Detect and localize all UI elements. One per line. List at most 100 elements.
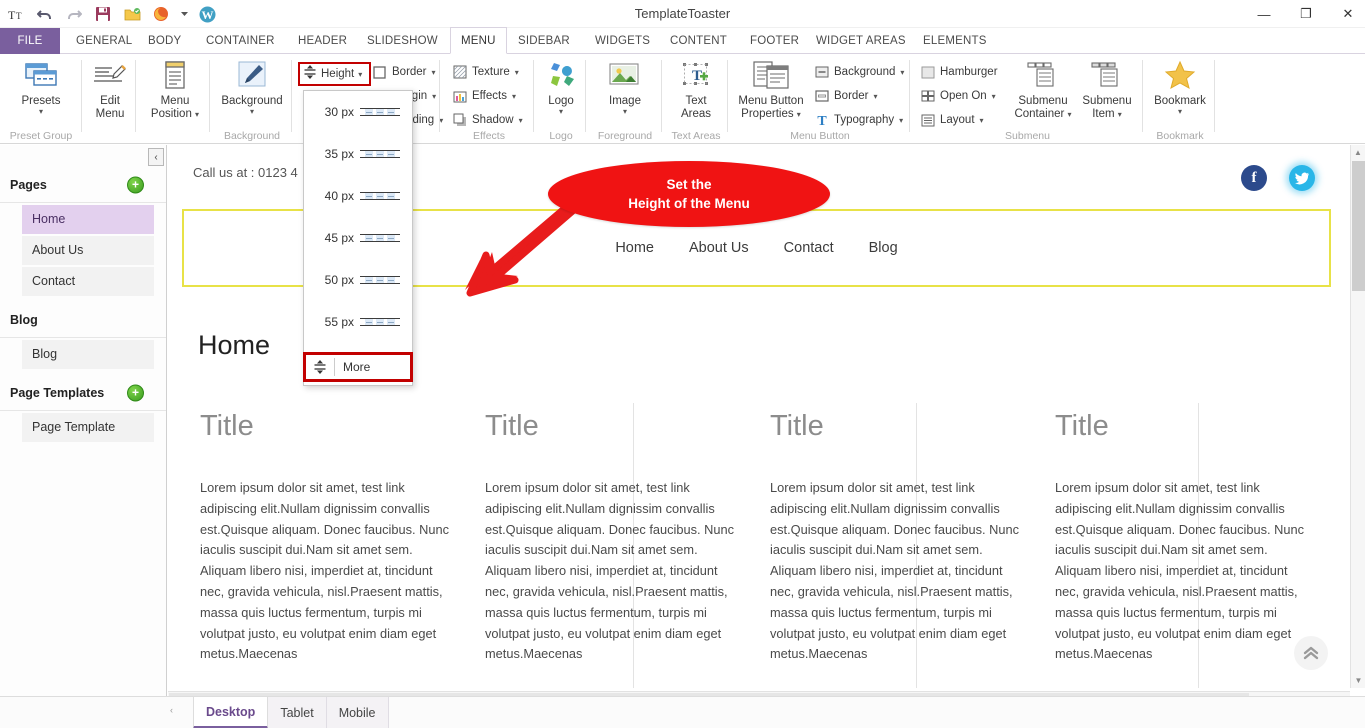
tab-sidebar[interactable]: SIDEBAR	[508, 28, 580, 54]
height-preview-icon	[360, 150, 400, 158]
minimize-button[interactable]: —	[1253, 3, 1275, 25]
vertical-scrollbar[interactable]: ▲ ▼	[1350, 145, 1365, 688]
tab-general[interactable]: GENERAL	[66, 28, 142, 54]
texture-button[interactable]: Texture ▾	[452, 62, 519, 82]
column-body: Lorem ipsum dolor sit amet, test link ad…	[485, 478, 735, 665]
submenu-item-button[interactable]: Submenu Item ▾	[1076, 58, 1138, 121]
submenu-group-label: Submenu	[912, 130, 1143, 142]
submenu-item-label-1: Submenu	[1082, 95, 1131, 108]
tab-container[interactable]: CONTAINER	[196, 28, 285, 54]
submenu-container-icon	[1026, 58, 1060, 92]
typography-button[interactable]: T Typography ▾	[814, 110, 903, 130]
text-areas-button[interactable]: T Text Areas	[664, 58, 728, 121]
height-option-40px[interactable]: 40 px	[304, 175, 412, 217]
submenu-item-label-2: Item ▾	[1082, 108, 1131, 121]
effects-label: Effects	[472, 90, 507, 102]
status-bar: ‹ Desktop Tablet Mobile	[0, 696, 1365, 728]
shadow-button[interactable]: Shadow ▾	[452, 110, 523, 130]
vertical-scroll-thumb[interactable]	[1352, 161, 1365, 291]
section-header-blog: Blog	[0, 302, 166, 338]
submenu-container-button[interactable]: Submenu Container ▾	[1008, 58, 1078, 121]
add-page-button[interactable]: +	[127, 176, 144, 193]
typography-label: Typography	[834, 114, 894, 126]
tab-widget-areas[interactable]: WIDGET AREAS	[806, 28, 916, 54]
tab-file[interactable]: FILE	[0, 28, 60, 54]
menu-button-properties-label-2: Properties ▾	[738, 108, 803, 121]
effects-button[interactable]: Effects ▾	[452, 86, 516, 106]
tab-widgets[interactable]: WIDGETS	[585, 28, 660, 54]
device-tab-desktop[interactable]: Desktop	[193, 697, 268, 728]
nav-link-blog[interactable]: Blog	[869, 240, 898, 256]
sidebar-item-home[interactable]: Home	[22, 205, 154, 234]
texture-label: Texture	[472, 66, 510, 78]
submenu-container-label-2: Container ▾	[1014, 108, 1071, 121]
ribbon-group-menu-position: Menu Position ▾	[140, 54, 210, 144]
hamburger-button[interactable]: Hamburger	[920, 62, 998, 82]
bookmark-button[interactable]: Bookmark ▾	[1145, 58, 1215, 116]
height-option-35px[interactable]: 35 px	[304, 133, 412, 175]
height-option-55px[interactable]: 55 px	[304, 301, 412, 343]
scroll-left-arrow[interactable]: ‹	[170, 705, 173, 715]
window-controls: — ❐ ✕	[1253, 0, 1359, 28]
twitter-icon[interactable]	[1289, 165, 1315, 191]
menu-background-label: Background	[834, 66, 895, 78]
presets-button[interactable]: Presets ▾	[0, 58, 82, 116]
tab-slideshow[interactable]: SLIDESHOW	[357, 28, 448, 54]
nav-link-about-us[interactable]: About Us	[689, 240, 749, 256]
background-button[interactable]: Background ▾	[212, 58, 292, 116]
sidebar-item-blog[interactable]: Blog	[22, 340, 154, 369]
scroll-down-arrow[interactable]: ▼	[1351, 673, 1365, 688]
device-tab-mobile[interactable]: Mobile	[327, 697, 389, 728]
tab-body[interactable]: BODY	[138, 28, 191, 54]
sidebar-item-about-us[interactable]: About Us	[22, 236, 154, 265]
hamburger-label: Hamburger	[940, 66, 998, 78]
add-page-template-button[interactable]: +	[127, 384, 144, 401]
open-on-button[interactable]: Open On ▾	[920, 86, 996, 106]
scroll-to-top-button[interactable]	[1294, 636, 1328, 670]
close-button[interactable]: ✕	[1337, 3, 1359, 25]
sidebar-item-contact[interactable]: Contact	[22, 267, 154, 296]
layout-button[interactable]: Layout ▾	[920, 110, 984, 130]
scroll-up-arrow[interactable]: ▲	[1351, 145, 1365, 160]
image-button[interactable]: Image ▾	[588, 58, 662, 116]
tab-header[interactable]: HEADER	[288, 28, 357, 54]
logo-icon	[545, 58, 577, 92]
sidebar-item-page-template[interactable]: Page Template	[22, 413, 154, 442]
height-option-45px[interactable]: 45 px	[304, 217, 412, 259]
menu-button-properties-button[interactable]: Menu Button Properties ▾	[730, 58, 812, 121]
facebook-icon[interactable]: f	[1241, 165, 1267, 191]
menu-position-button[interactable]: Menu Position ▾	[140, 58, 210, 121]
tab-menu[interactable]: MENU	[450, 27, 507, 54]
background-paint-icon	[237, 58, 267, 92]
typography-icon: T	[814, 113, 829, 128]
content-column: Title Lorem ipsum dolor sit amet, test l…	[190, 410, 475, 665]
image-icon	[609, 58, 641, 92]
content-column: Title Lorem ipsum dolor sit amet, test l…	[475, 410, 760, 665]
edit-menu-icon	[92, 58, 128, 92]
submenu-item-icon	[1090, 58, 1124, 92]
tab-elements[interactable]: ELEMENTS	[913, 28, 997, 54]
svg-text:T: T	[817, 114, 827, 127]
tab-footer[interactable]: FOOTER	[740, 28, 809, 54]
menu-background-button[interactable]: Background ▾	[814, 62, 904, 82]
nav-link-contact[interactable]: Contact	[784, 240, 834, 256]
border-button[interactable]: Border ▾	[372, 62, 436, 82]
edit-menu-label-1: Edit	[96, 95, 125, 108]
texture-icon	[452, 65, 467, 80]
shadow-label: Shadow	[472, 114, 514, 126]
height-preview-icon	[360, 276, 400, 284]
logo-button[interactable]: Logo ▾	[536, 58, 586, 116]
device-tab-tablet[interactable]: Tablet	[268, 697, 326, 728]
menu-border-button[interactable]: Border ▾	[814, 86, 878, 106]
maximize-button[interactable]: ❐	[1295, 3, 1317, 25]
presets-icon	[24, 58, 58, 92]
edit-menu-button[interactable]: Edit Menu	[84, 58, 136, 121]
height-option-30px[interactable]: 30 px	[304, 91, 412, 133]
nav-link-home[interactable]: Home	[615, 240, 654, 256]
height-option-50px[interactable]: 50 px	[304, 259, 412, 301]
tab-content[interactable]: CONTENT	[660, 28, 737, 54]
collapse-sidebar-button[interactable]: ‹	[148, 148, 164, 166]
height-button[interactable]: Height ▾	[298, 62, 371, 86]
height-more-button[interactable]: More	[303, 352, 413, 382]
background-icon	[814, 65, 829, 80]
